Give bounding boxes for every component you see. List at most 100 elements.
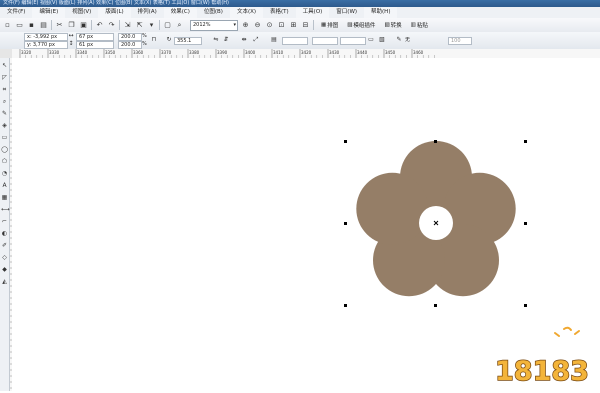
menu-edit[interactable]: 编辑(E): [32, 7, 66, 18]
height-field[interactable]: 61 px: [76, 41, 114, 49]
paste-icon[interactable]: ▣: [79, 21, 88, 30]
menu-view[interactable]: 视图(V): [65, 7, 98, 18]
wrap-text-icon[interactable]: ▤: [270, 36, 278, 44]
rotation-field[interactable]: 355.1: [174, 37, 202, 45]
copy-icon[interactable]: ❐: [67, 21, 76, 30]
paste-special-button[interactable]: ▥ 粘贴: [409, 21, 430, 30]
menu-file[interactable]: 文件(F): [0, 7, 32, 18]
handle-top-right[interactable]: [524, 140, 527, 143]
basic-shapes-tool-icon[interactable]: ◔: [1, 170, 8, 177]
pen-icon: ✎: [396, 36, 402, 43]
import-icon[interactable]: ⇲: [123, 21, 132, 30]
x-position-field[interactable]: x: -3,992 px: [24, 33, 68, 41]
outline-value[interactable]: 无: [405, 37, 410, 43]
rectangle-tool-icon[interactable]: ▭: [1, 134, 8, 141]
width-field[interactable]: 67 px: [76, 33, 114, 41]
property-bar: x: -3,992 px y: 3,770 px ↔ 67 px ↕ 61 px…: [0, 32, 600, 50]
eyedropper-tool-icon[interactable]: ✐: [1, 242, 8, 249]
align-icon[interactable]: ⇼: [240, 36, 248, 44]
handle-top-left[interactable]: [344, 140, 347, 143]
ruler-tick-label: 3450: [385, 50, 396, 55]
zoom-page-icon[interactable]: ⊡: [277, 21, 286, 30]
handle-top-center[interactable]: [434, 140, 437, 143]
new-icon[interactable]: ▫: [3, 21, 12, 30]
cut-icon[interactable]: ✂: [55, 21, 64, 30]
menu-arrange[interactable]: 排列(A): [131, 7, 164, 18]
outline-tool-icon[interactable]: ◇: [1, 254, 8, 261]
pick-tool-icon[interactable]: ↖: [1, 62, 8, 69]
ruler-tick-label: 3440: [357, 50, 368, 55]
print-icon[interactable]: ▤: [39, 21, 48, 30]
start-arrow-select[interactable]: [312, 37, 338, 45]
menu-table[interactable]: 表格(T): [263, 7, 296, 18]
lock-ratio-icon[interactable]: ⊓: [150, 36, 158, 44]
scale-x-field[interactable]: 200.0: [118, 33, 142, 41]
zoom-selected-icon[interactable]: ⊙: [265, 21, 274, 30]
mirror-h-icon[interactable]: ⇋: [212, 36, 220, 44]
zoom-level-select[interactable]: 2012% ▾: [190, 19, 238, 31]
crop-tool-icon[interactable]: ⌗: [1, 86, 8, 93]
paste-special-icon: ▥: [410, 22, 416, 28]
handle-middle-right[interactable]: [524, 222, 527, 225]
break-apart-icon[interactable]: ▧: [378, 36, 386, 44]
zoom-level-value: 2012%: [193, 21, 211, 28]
outline-width-select[interactable]: [282, 37, 308, 45]
ellipse-tool-icon[interactable]: ◯: [1, 146, 8, 153]
corner-icon[interactable]: ▭: [367, 36, 375, 44]
table-tool-icon[interactable]: ▦: [1, 194, 8, 201]
save-icon[interactable]: ▪: [27, 21, 36, 30]
snap-icon[interactable]: ⤢: [252, 36, 260, 44]
handle-bottom-right[interactable]: [524, 304, 527, 307]
zoom-in-icon[interactable]: ⊕: [241, 21, 250, 30]
launcher-icon[interactable]: ▾: [147, 21, 156, 30]
open-icon[interactable]: ▭: [15, 21, 24, 30]
plugin-button[interactable]: ▨ 模组插件: [345, 21, 377, 30]
menu-effects[interactable]: 效果(C): [163, 7, 197, 18]
menu-layout[interactable]: 版面(L): [98, 7, 131, 18]
toolbar-separator: [159, 20, 160, 30]
brand-watermark: 18183: [493, 322, 598, 388]
menu-bitmaps[interactable]: 位图(B): [197, 7, 230, 18]
redo-icon[interactable]: ↷: [107, 21, 116, 30]
handle-bottom-left[interactable]: [344, 304, 347, 307]
zoom-all-icon[interactable]: ⊟: [301, 21, 310, 30]
width-icon: ↔: [68, 32, 74, 39]
scale-x-unit: %: [142, 33, 147, 39]
menu-help[interactable]: 帮助(H): [364, 7, 398, 18]
full-screen-icon[interactable]: ▢: [163, 21, 172, 30]
zoom-width-icon[interactable]: ⊞: [289, 21, 298, 30]
dimension-tool-icon[interactable]: ⟷: [1, 206, 10, 213]
scale-y-field[interactable]: 200.0: [118, 41, 142, 49]
convert-button[interactable]: ▧ 转换: [382, 21, 403, 30]
blend-tool-icon[interactable]: ◐: [1, 230, 8, 237]
zoom-tool-icon[interactable]: ⌕: [1, 98, 8, 105]
handle-middle-left[interactable]: [344, 222, 347, 225]
convert-label: 转换: [390, 23, 402, 29]
ruler-tick-label: 3420: [301, 50, 312, 55]
undo-icon[interactable]: ↶: [95, 21, 104, 30]
polygon-tool-icon[interactable]: ⬠: [1, 158, 8, 165]
shape-tool-icon[interactable]: ◸: [1, 74, 8, 81]
fill-tool-icon[interactable]: ◆: [1, 266, 8, 273]
menu-window[interactable]: 窗口(W): [329, 7, 364, 18]
end-arrow-select[interactable]: [340, 37, 366, 45]
interactive-fill-tool-icon[interactable]: ◭: [1, 278, 8, 285]
watermark-text: 18183: [495, 356, 589, 387]
opacity-field[interactable]: 100: [448, 37, 472, 45]
export-icon[interactable]: ⇱: [135, 21, 144, 30]
menu-tools[interactable]: 工具(O): [295, 7, 330, 18]
handle-bottom-center[interactable]: [434, 304, 437, 307]
text-tool-icon[interactable]: A: [1, 182, 8, 189]
menu-text[interactable]: 文本(X): [229, 7, 264, 18]
zoom-out-icon[interactable]: ⊖: [253, 21, 262, 30]
flower-shape[interactable]: [356, 141, 516, 297]
mirror-v-icon[interactable]: ⇵: [222, 36, 230, 44]
zoom-icon[interactable]: ⌕: [175, 21, 184, 30]
freehand-tool-icon[interactable]: ✎: [1, 110, 8, 117]
smart-fill-tool-icon[interactable]: ◈: [1, 122, 8, 129]
connector-tool-icon[interactable]: ⌐: [1, 218, 8, 225]
y-position-field[interactable]: y: 3,770 px: [24, 41, 68, 49]
arrange-button[interactable]: ▦ 排图: [319, 21, 340, 30]
paste-special-label: 粘贴: [416, 23, 428, 29]
rotate-icon: ↻: [166, 36, 172, 43]
